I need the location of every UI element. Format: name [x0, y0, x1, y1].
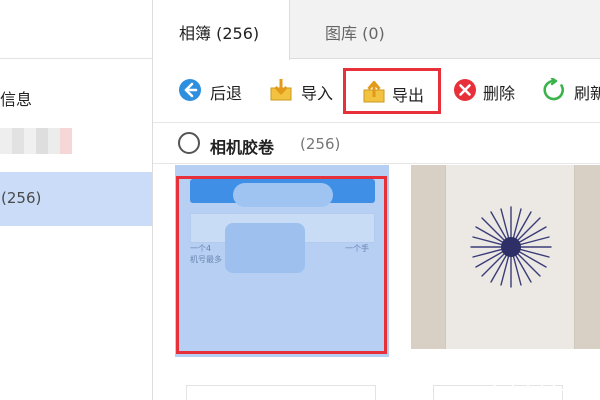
blurred-text-block	[60, 128, 72, 154]
sidebar-item-photos[interactable]: (256)	[0, 172, 152, 226]
blurred-text-block	[48, 128, 60, 154]
watermark-logo	[487, 371, 587, 391]
photo-thumbnail[interactable]	[411, 165, 600, 349]
back-arrow-icon	[179, 79, 201, 101]
tab-album[interactable]: 相簿 (256)	[153, 0, 290, 60]
export-button[interactable]: 导出	[343, 68, 441, 114]
refresh-button-label: 刷新	[574, 84, 600, 103]
export-folder-icon	[363, 81, 385, 103]
back-button-label: 后退	[210, 84, 243, 103]
sidebar-item-photos-label: (256)	[1, 189, 42, 207]
camera-roll-label: 相机胶卷	[210, 138, 275, 157]
photo-grid: 一个4 一个手 机号最多	[153, 165, 600, 400]
blurred-text-block	[36, 128, 48, 154]
export-button-label: 导出	[392, 86, 425, 105]
tab-album-label: 相簿 (256)	[179, 24, 260, 43]
sidebar-item-blurred[interactable]	[0, 128, 152, 154]
camera-roll-count: (256)	[300, 135, 341, 153]
blurred-text-block	[0, 128, 12, 154]
tab-gallery-label: 图库 (0)	[325, 24, 385, 43]
camera-roll-radio[interactable]	[178, 132, 200, 154]
blurred-text-block	[12, 128, 24, 154]
toolbar: 后退 导入 导出 删除 刷新	[153, 60, 600, 118]
import-button-label: 导入	[301, 84, 334, 103]
import-folder-icon	[270, 79, 292, 101]
sidebar-item-info-label: 信息	[0, 90, 33, 109]
sidebar-item-info[interactable]: 信息	[0, 82, 152, 110]
delete-button-label: 删除	[483, 84, 516, 103]
sea-urchin-icon	[470, 206, 552, 288]
sidebar: 信息 (256)	[0, 0, 153, 400]
selection-highlight-frame	[176, 176, 387, 354]
tab-bar: 相簿 (256) 图库 (0)	[153, 0, 600, 60]
delete-icon	[454, 79, 476, 101]
blurred-text-block	[24, 128, 36, 154]
tab-gallery[interactable]: 图库 (0)	[325, 0, 415, 59]
photo-thumbnail[interactable]	[186, 385, 376, 400]
sidebar-header	[0, 0, 152, 59]
camera-roll-row[interactable]: 相机胶卷 (256)	[153, 122, 600, 164]
refresh-icon	[543, 78, 564, 101]
